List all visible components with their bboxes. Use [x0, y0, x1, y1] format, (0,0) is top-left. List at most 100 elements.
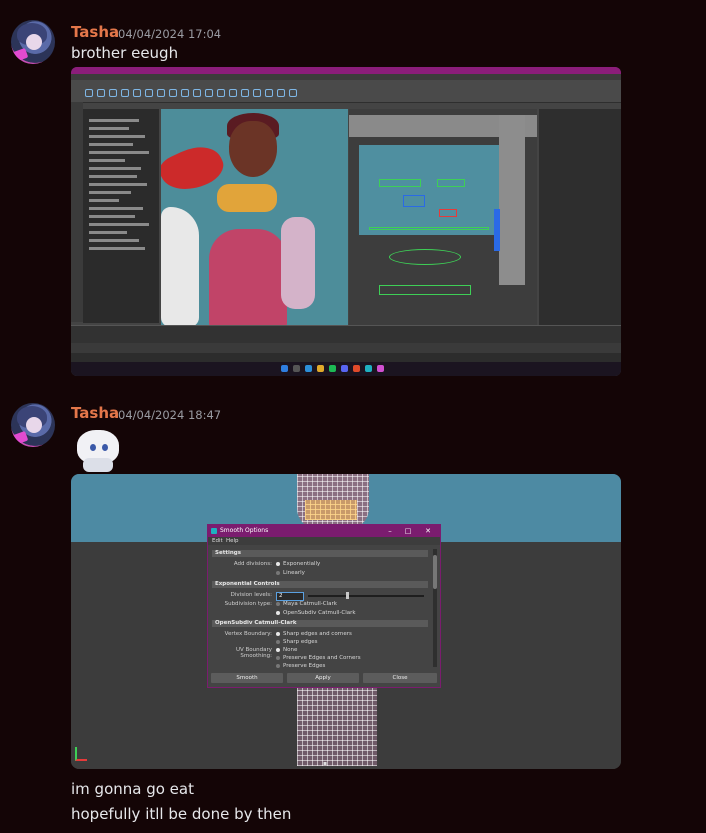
wireframe-hat-detail	[305, 500, 357, 520]
radio-dot	[276, 561, 280, 566]
range-slider[interactable]	[71, 343, 621, 353]
section-title: Exponential Controls	[215, 581, 280, 587]
maya-outliner	[83, 109, 159, 323]
shelf-tool-icon	[109, 89, 117, 97]
perspective-viewport[interactable]	[161, 109, 348, 325]
radio-sharp-edges[interactable]: Sharp edges	[276, 639, 317, 645]
radio-exponentially[interactable]: Exponentially	[276, 561, 320, 567]
message-timestamp: 04/04/2024 18:47	[118, 408, 222, 422]
windows-taskbar	[71, 362, 621, 376]
author-name[interactable]: Tasha	[71, 23, 119, 41]
menu-help[interactable]: Help	[226, 538, 239, 544]
character-collar	[217, 184, 277, 212]
taskbar-app-icon	[317, 365, 324, 372]
shelf-tool-icon	[85, 89, 93, 97]
shelf-tool-icon	[121, 89, 129, 97]
character-arm	[281, 217, 315, 309]
radio-dot	[276, 570, 280, 575]
shelf-tool-icon	[193, 89, 201, 97]
image-attachment[interactable]	[71, 67, 621, 376]
radio-opensubdiv-catmull-clark[interactable]: OpenSubdiv Catmull-Clark	[276, 610, 356, 616]
close-button[interactable]: Close	[363, 673, 437, 683]
smooth-button[interactable]: Smooth	[211, 673, 283, 683]
sticker-eye	[90, 444, 96, 451]
background-plane	[359, 145, 499, 235]
taskbar-app-icon	[305, 365, 312, 372]
message-text: im gonna go eat	[71, 780, 194, 798]
avatar[interactable]	[11, 403, 55, 447]
dialog-menu-bar: Edit Help	[208, 537, 440, 545]
section-opensubdiv[interactable]: OpenSubdiv Catmull-Clark	[212, 620, 428, 627]
viewport-label: ▪	[323, 760, 328, 767]
taskbar-app-icon	[329, 365, 336, 372]
division-levels-field[interactable]: 2	[276, 592, 304, 601]
dialog-title: Smooth Options	[220, 527, 269, 534]
radio-dot	[276, 631, 280, 636]
apply-button[interactable]: Apply	[287, 673, 359, 683]
dialog-scrollbar[interactable]	[433, 549, 437, 667]
taskbar-app-icon	[365, 365, 372, 372]
section-title: Settings	[215, 550, 241, 556]
shelf-tool-icon	[145, 89, 153, 97]
section-title: OpenSubdiv Catmull-Clark	[215, 620, 297, 626]
radio-dot	[276, 647, 280, 652]
uv-boundary-label: UV Boundary Smoothing:	[235, 647, 272, 659]
radio-maya-catmull-clark[interactable]: Maya Catmull-Clark	[276, 601, 337, 607]
wireframe-legs	[297, 686, 377, 766]
slider-knob[interactable]	[346, 592, 349, 599]
shelf-tool-icon	[205, 89, 213, 97]
sticker-eye	[102, 444, 108, 451]
dialog-title-bar[interactable]: Smooth Options – □ ✕	[208, 525, 440, 537]
front-viewport[interactable]	[349, 109, 537, 325]
shelf-tool-icon	[217, 89, 225, 97]
minimize-icon[interactable]: –	[384, 526, 396, 536]
radio-dot	[276, 601, 280, 606]
shelf-tool-icon	[277, 89, 285, 97]
radio-linearly[interactable]: Linearly	[276, 570, 305, 576]
radio-dot	[276, 610, 280, 615]
shelf-tool-icon	[133, 89, 141, 97]
sticker-body	[83, 458, 113, 472]
message-timestamp: 04/04/2024 17:04	[118, 27, 222, 41]
attribute-panel	[539, 109, 621, 325]
character-head	[229, 121, 277, 177]
start-icon	[281, 365, 288, 372]
shelf-tool-icon	[181, 89, 189, 97]
shelf-tool-icon	[253, 89, 261, 97]
add-divisions-label: Add divisions:	[233, 561, 272, 567]
pipe-vertical	[499, 115, 525, 285]
division-levels-label: Division levels:	[230, 592, 272, 598]
taskbar-app-icon	[353, 365, 360, 372]
author-name[interactable]: Tasha	[71, 404, 119, 422]
vertex-boundary-label: Vertex Boundary:	[224, 631, 272, 637]
close-icon[interactable]: ✕	[422, 526, 434, 536]
radio-dot	[276, 663, 280, 668]
shelf-tool-icon	[241, 89, 249, 97]
avatar-tag	[11, 47, 29, 63]
sticker-image[interactable]	[71, 428, 125, 472]
radio-preserve-edges[interactable]: Preserve Edges	[276, 663, 325, 669]
maya-title-bar	[71, 67, 621, 74]
radio-none[interactable]: None	[276, 647, 297, 653]
section-settings[interactable]: Settings	[212, 550, 428, 557]
menu-edit[interactable]: Edit	[212, 538, 223, 544]
smooth-options-dialog: Smooth Options – □ ✕ Edit Help Settings …	[207, 524, 441, 688]
section-exponential[interactable]: Exponential Controls	[212, 581, 428, 588]
maximize-icon[interactable]: □	[402, 526, 414, 536]
shelf-tool-icon	[229, 89, 237, 97]
shelf-tool-icon	[265, 89, 273, 97]
image-attachment[interactable]: ▪ Smooth Options – □ ✕ Edit Help Setting…	[71, 474, 621, 769]
time-slider[interactable]	[71, 325, 621, 344]
avatar-face	[26, 417, 42, 433]
radio-sharp-edges-corners[interactable]: Sharp edges and corners	[276, 631, 352, 637]
radio-preserve-edges-corners[interactable]: Preserve Edges and Corners	[276, 655, 361, 661]
avatar[interactable]	[11, 20, 55, 64]
maya-toolbox	[71, 102, 83, 322]
division-levels-slider[interactable]	[308, 595, 424, 597]
taskbar-app-icon	[341, 365, 348, 372]
subdivision-type-label: Subdivision type:	[224, 601, 272, 607]
avatar-face	[26, 34, 42, 50]
message-text: hopefully itll be done by then	[71, 805, 292, 823]
taskbar-app-icon	[377, 365, 384, 372]
command-line[interactable]	[71, 353, 621, 362]
